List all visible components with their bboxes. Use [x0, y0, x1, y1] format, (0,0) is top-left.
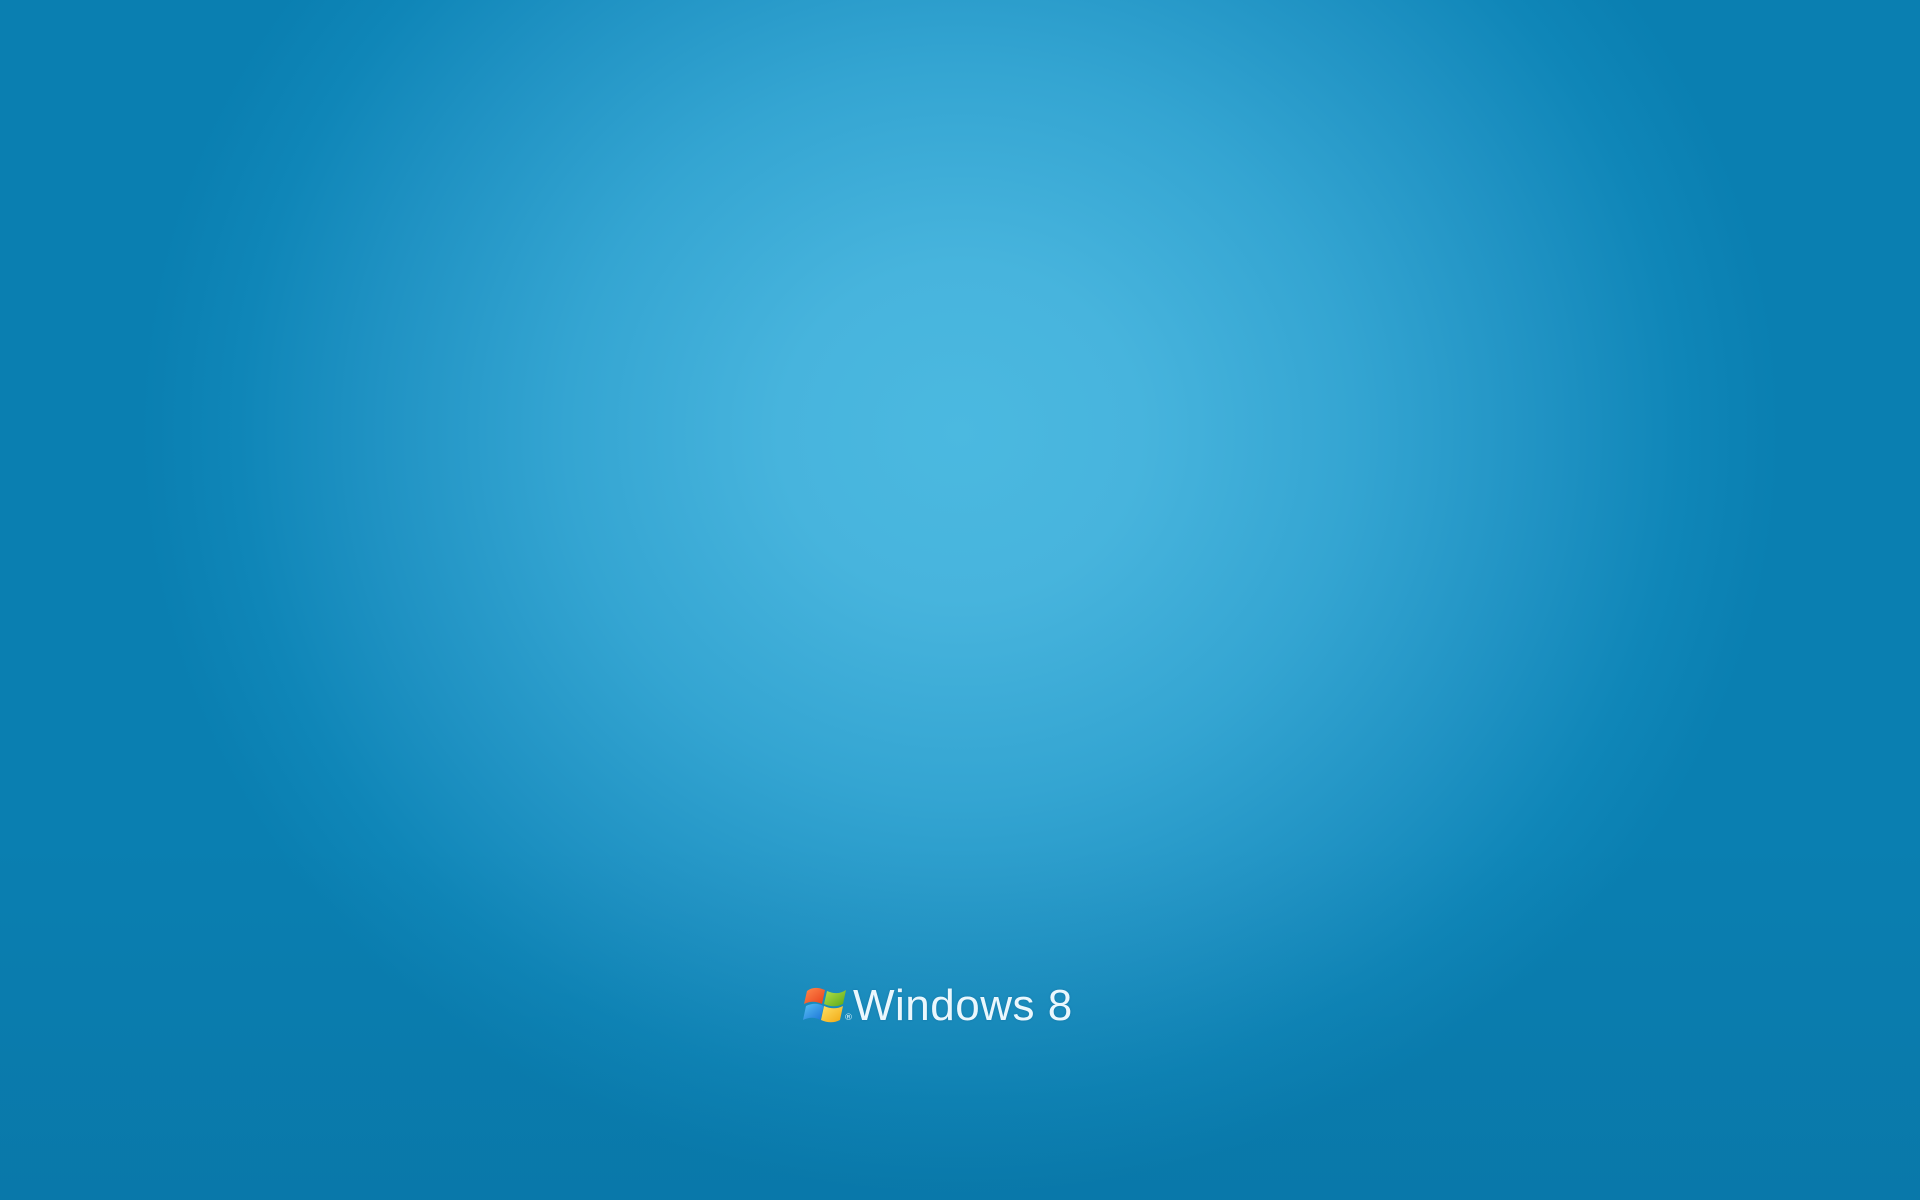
desktop-wallpaper[interactable]: ® Windows 8	[0, 0, 1920, 1200]
registered-trademark-mark: ®	[844, 1013, 853, 1023]
product-name-label: Windows 8	[853, 981, 1073, 1030]
windows-branding: ® Windows 8	[803, 982, 1073, 1030]
windows-flag-icon: ®	[803, 982, 853, 1030]
